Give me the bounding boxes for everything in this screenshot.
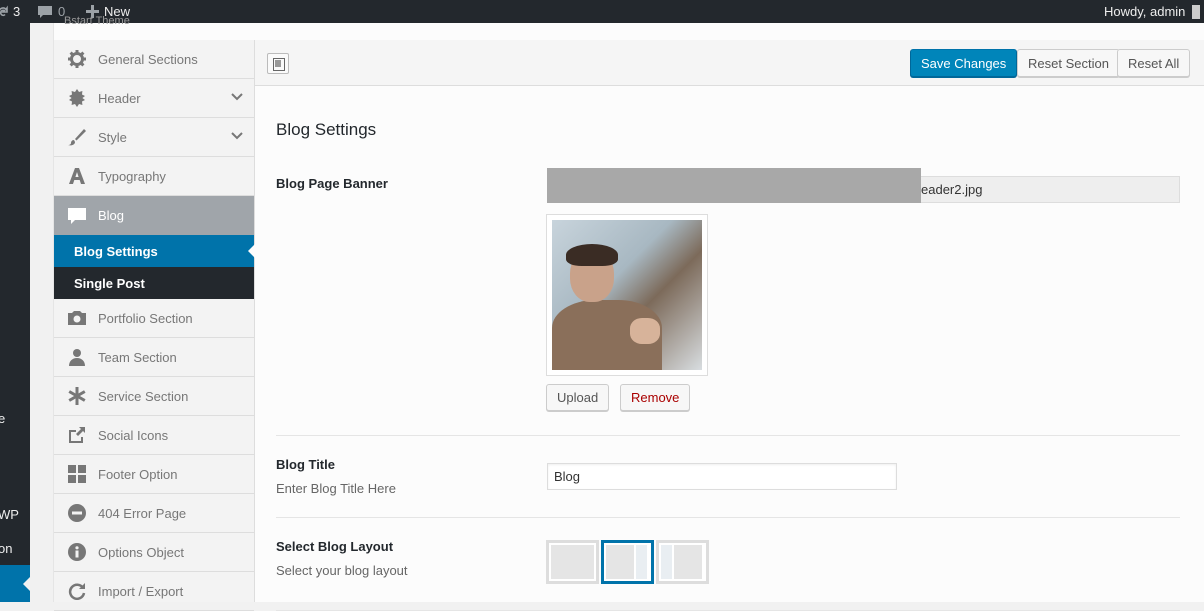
sidebar-item-label: Portfolio Section (98, 310, 193, 326)
updates-count: 3 (13, 3, 21, 19)
layout-option-right-sidebar[interactable] (601, 540, 654, 584)
menu-fragment[interactable]: e (0, 411, 5, 426)
sidebar-item-label: Typography (98, 168, 166, 184)
menu-active-item[interactable] (0, 565, 30, 602)
subnav-label: Single Post (74, 275, 145, 291)
sidebar-item-label: General Sections (98, 51, 198, 67)
grid-icon (67, 464, 87, 484)
chevron-down-icon[interactable] (230, 129, 244, 143)
reset-section-button[interactable]: Reset Section (1017, 49, 1120, 77)
howdy-text: Howdy, admin (1104, 3, 1186, 19)
refresh-icon (67, 581, 87, 601)
reset-all-button[interactable]: Reset All (1117, 49, 1191, 77)
upload-button[interactable]: Upload (546, 384, 610, 411)
blog-title-description: Enter Blog Title Here (276, 481, 396, 496)
blog-title-label: Blog Title (276, 457, 335, 472)
subnav-single-post[interactable]: Single Post (54, 267, 254, 299)
options-content: Save Changes Reset Section Reset All Blo… (255, 40, 1204, 611)
sidebar-item-label: Footer Option (98, 466, 178, 482)
section-title: Blog Settings (276, 120, 377, 139)
menu-fragment[interactable]: on (0, 541, 12, 556)
banner-image (552, 220, 702, 370)
layout-option-full-width[interactable] (546, 540, 599, 584)
asterisk-icon (67, 386, 87, 406)
subnav-label: Blog Settings (74, 243, 158, 259)
comment-bubble-icon (38, 5, 52, 18)
remove-button[interactable]: Remove (620, 384, 691, 411)
sidebar-item-portfolio-section[interactable]: Portfolio Section (54, 299, 254, 338)
blog-layout-description: Select your blog layout (276, 563, 408, 578)
options-sidebar: General Sections Header Style Typography… (54, 40, 255, 611)
banner-label: Blog Page Banner (276, 176, 388, 191)
sidebar-item-label: 404 Error Page (98, 505, 187, 521)
banner-url-value: eader2.jpg (921, 182, 983, 197)
sidebar-item-label: Team Section (98, 349, 177, 365)
sidebar-item-label: Header (98, 90, 141, 106)
updates-item[interactable]: 3 (0, 0, 20, 23)
minus-circle-icon (67, 503, 87, 523)
gear-icon (67, 49, 87, 69)
avatar (1192, 4, 1201, 19)
options-panel: Bstart Theme General Sections Header Sty… (53, 15, 1204, 611)
sidebar-item-general-sections[interactable]: General Sections (54, 40, 254, 79)
user-icon (67, 347, 87, 367)
save-changes-button[interactable]: Save Changes (910, 49, 1018, 77)
updates-icon (0, 5, 8, 16)
sidebar-item-footer-option[interactable]: Footer Option (54, 455, 254, 494)
sidebar-item-404-error-page[interactable]: 404 Error Page (54, 494, 254, 533)
layout-option-left-sidebar[interactable] (656, 540, 709, 584)
font-icon (67, 166, 87, 186)
share-icon (67, 425, 87, 445)
account-item[interactable]: Howdy, admin (1104, 0, 1201, 23)
sidebar-item-blog[interactable]: Blog (54, 196, 254, 235)
chevron-down-icon[interactable] (230, 90, 244, 104)
menu-fragment[interactable]: WP (0, 507, 19, 522)
subnav-blog-settings[interactable]: Blog Settings (54, 235, 255, 267)
redacted-overlay (547, 168, 921, 203)
sidebar-item-options-object[interactable]: Options Object (54, 533, 254, 572)
camera-icon (67, 308, 87, 328)
cog-icon (67, 88, 87, 108)
blog-layout-label: Select Blog Layout (276, 539, 394, 554)
sidebar-item-service-section[interactable]: Service Section (54, 377, 254, 416)
expand-panel-icon[interactable] (267, 53, 289, 74)
sidebar-item-label: Style (98, 129, 127, 145)
divider (276, 517, 1180, 518)
sidebar-item-label: Import / Export (98, 583, 184, 599)
blog-title-input[interactable]: Blog (547, 463, 897, 490)
options-toolbar: Save Changes Reset Section Reset All (255, 40, 1204, 86)
sidebar-item-team-section[interactable]: Team Section (54, 338, 254, 377)
comments-item[interactable]: 0 (37, 0, 65, 23)
admin-bar: 3 0 New Howdy, admin (0, 0, 1204, 23)
sidebar-item-label: Blog (98, 208, 125, 223)
sidebar-item-import-export[interactable]: Import / Export (54, 572, 254, 611)
sidebar-item-header[interactable]: Header (54, 79, 254, 118)
divider (276, 435, 1180, 436)
banner-thumbnail (546, 214, 708, 376)
brush-icon (67, 127, 87, 147)
sidebar-item-typography[interactable]: Typography (54, 157, 254, 196)
wp-admin-menu: e WP on (0, 23, 30, 602)
info-icon (67, 542, 87, 562)
sidebar-item-style[interactable]: Style (54, 118, 254, 157)
sidebar-item-label: Social Icons (98, 427, 169, 443)
sidebar-item-label: Options Object (98, 544, 184, 560)
sidebar-item-label: Service Section (98, 388, 189, 404)
sidebar-item-social-icons[interactable]: Social Icons (54, 416, 254, 455)
theme-label: Bstart Theme (64, 15, 130, 27)
comment-icon (67, 206, 87, 226)
